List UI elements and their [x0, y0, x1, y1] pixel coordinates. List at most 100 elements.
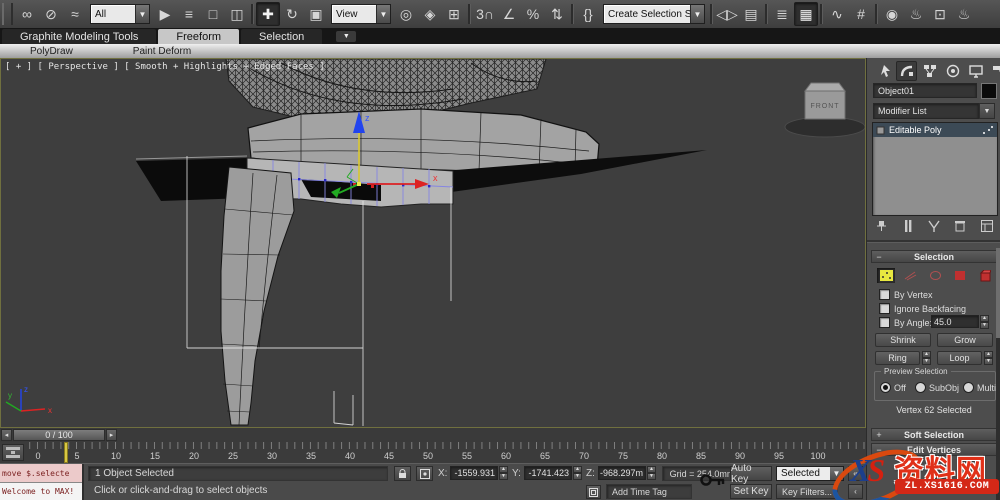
named-selection-sets-dropdown[interactable]: Create Selection Se ▼ — [603, 4, 705, 24]
viewcube[interactable]: FRONT — [784, 82, 866, 138]
maxscript-mini-listener[interactable]: move $.selecte Welcome to MAX! — [0, 464, 84, 500]
by-angle-spinner[interactable]: ▲ ▼ — [980, 315, 989, 329]
select-and-rotate-icon[interactable]: ↻ — [280, 2, 304, 26]
x-coord-field[interactable]: -1559.931 — [450, 466, 498, 480]
ignore-backfacing-checkbox[interactable]: Ignore Backfacing — [879, 303, 966, 314]
add-time-tag[interactable]: Add Time Tag — [606, 484, 692, 499]
make-unique-button[interactable] — [926, 218, 943, 233]
object-color-swatch[interactable] — [981, 83, 997, 99]
rendered-frame-window-icon[interactable]: ⊡ — [928, 2, 952, 26]
tab-selection[interactable]: Selection — [241, 29, 323, 44]
modifier-stack[interactable]: Editable Poly — [872, 122, 998, 216]
align-icon[interactable]: ▤ — [739, 2, 763, 26]
track-bar[interactable]: 0 5 10 15 20 25 30 35 40 45 50 55 60 65 70 75 80 85 90 95 10… — [0, 442, 866, 464]
schematic-view-icon[interactable]: # — [849, 2, 873, 26]
use-pivot-point-center-icon[interactable]: ◎ — [394, 2, 418, 26]
preview-multi-radio[interactable]: Multi — [963, 382, 996, 393]
edge-subobject-button[interactable] — [902, 268, 920, 283]
bind-to-space-warp-icon[interactable]: ≈ — [63, 2, 87, 26]
tab-graphite-modeling-tools[interactable]: Graphite Modeling Tools — [2, 29, 157, 44]
auto-key-button[interactable]: Auto Key — [730, 463, 772, 485]
panel-scrollbar-thumb[interactable] — [996, 248, 1000, 338]
utilities-panel-tab[interactable] — [988, 61, 1000, 81]
select-object-icon[interactable]: ▶ — [153, 2, 177, 26]
modify-panel-tab[interactable] — [896, 61, 917, 81]
preview-off-radio[interactable]: Off — [880, 382, 906, 393]
ribbon-panel-paint-deform[interactable]: Paint Deform — [103, 46, 221, 57]
element-subobject-button[interactable] — [975, 268, 993, 283]
modifier-list-dropdown[interactable]: Modifier List — [873, 103, 979, 119]
keyboard-override-icon[interactable]: ⊞ — [442, 2, 466, 26]
viewport-label[interactable]: [ + ] [ Perspective ] [ Smooth + Highlig… — [5, 62, 325, 72]
time-slider-track[interactable]: ◂ 0 / 100 ▸ — [0, 428, 866, 443]
ribbon-minimize-button[interactable]: ▼ — [336, 31, 357, 42]
polygon-subobject-button[interactable] — [951, 268, 969, 283]
selection-filter-dropdown[interactable]: All ▼ — [90, 4, 150, 24]
select-and-scale-icon[interactable]: ▣ — [304, 2, 328, 26]
graphite-ribbon-toggle-icon[interactable]: ▦ — [794, 2, 818, 26]
by-angle-checkbox[interactable]: By Angle: — [879, 317, 932, 328]
tab-freeform[interactable]: Freeform — [158, 29, 240, 44]
grow-button[interactable]: Grow — [937, 333, 993, 347]
layer-manager-icon[interactable]: ≣ — [770, 2, 794, 26]
mini-curve-editor-button[interactable] — [2, 444, 24, 461]
selection-rollout-header[interactable]: − Selection — [871, 250, 997, 263]
configure-modifier-sets-button[interactable] — [978, 218, 995, 233]
remove-modifier-button[interactable] — [952, 218, 969, 233]
select-and-manipulate-icon[interactable]: ◈ — [418, 2, 442, 26]
create-panel-tab[interactable] — [873, 61, 894, 81]
loop-spinner[interactable]: ▲ ▼ — [984, 351, 993, 365]
render-setup-icon[interactable]: ♨ — [904, 2, 928, 26]
preview-subobj-radio[interactable]: SubObj — [915, 382, 959, 393]
reference-coordinate-dropdown[interactable]: View ▼ — [331, 4, 391, 24]
x-coord-spinner[interactable]: ▲ ▼ — [499, 466, 508, 480]
perspective-viewport[interactable]: z x FRONT z x y — [0, 58, 866, 428]
z-coord-spinner[interactable]: ▲ ▼ — [647, 466, 656, 480]
snaps-toggle-3d-icon[interactable]: 3∩ — [473, 2, 497, 26]
time-slider-next-button[interactable]: ▸ — [106, 429, 117, 441]
time-slider-prev-button[interactable]: ◂ — [1, 429, 12, 441]
soft-selection-rollout-header[interactable]: + Soft Selection — [871, 428, 997, 441]
display-panel-tab[interactable] — [965, 61, 986, 81]
motion-panel-tab[interactable] — [942, 61, 963, 81]
border-subobject-button[interactable] — [926, 268, 944, 283]
by-vertex-checkbox[interactable]: By Vertex — [879, 289, 933, 300]
stack-item-editable-poly[interactable]: Editable Poly — [873, 123, 997, 137]
isolate-selection-toggle[interactable] — [586, 485, 601, 499]
by-angle-field[interactable]: 45.0 — [931, 315, 979, 328]
mirror-icon[interactable]: ◁▷ — [715, 2, 739, 26]
listener-macro-line[interactable]: move $.selecte — [0, 464, 82, 483]
set-key-button[interactable]: Set Key — [730, 484, 772, 499]
current-frame-caret[interactable] — [64, 442, 68, 463]
hierarchy-panel-tab[interactable] — [919, 61, 940, 81]
y-coord-spinner[interactable]: ▲ ▼ — [573, 466, 582, 480]
select-by-name-icon[interactable]: ≡ — [177, 2, 201, 26]
angle-snap-icon[interactable]: ∠ — [497, 2, 521, 26]
timeline-ruler[interactable]: 0 5 10 15 20 25 30 35 40 45 50 55 60 65 70 75 80 85 90 95 10… — [28, 442, 866, 463]
render-production-icon[interactable]: ♨ — [952, 2, 976, 26]
time-slider-handle[interactable]: 0 / 100 — [13, 429, 105, 441]
pin-stack-button[interactable] — [873, 218, 890, 233]
select-and-move-icon[interactable]: ✚ — [256, 2, 280, 26]
absolute-offset-mode-toggle[interactable] — [416, 466, 433, 481]
edit-named-selection-sets-icon[interactable]: {} — [576, 2, 600, 26]
ring-button[interactable]: Ring — [875, 351, 920, 365]
ring-spinner[interactable]: ▲ ▼ — [922, 351, 931, 365]
y-coord-field[interactable]: -1741.423 — [524, 466, 572, 480]
curve-editor-icon[interactable]: ∿ — [825, 2, 849, 26]
material-editor-icon[interactable]: ◉ — [880, 2, 904, 26]
select-and-link-icon[interactable]: ∞ — [15, 2, 39, 26]
modifier-list-arrow[interactable]: ▼ — [979, 103, 995, 119]
shrink-button[interactable]: Shrink — [875, 333, 931, 347]
rectangular-selection-region-icon[interactable]: □ — [201, 2, 225, 26]
show-end-result-button[interactable] — [899, 218, 916, 233]
unlink-selection-icon[interactable]: ⊘ — [39, 2, 63, 26]
object-name-field[interactable]: Object01 — [873, 83, 977, 98]
percent-snap-icon[interactable]: % — [521, 2, 545, 26]
loop-button[interactable]: Loop — [937, 351, 982, 365]
vertex-subobject-button[interactable] — [877, 268, 895, 283]
listener-welcome-line[interactable]: Welcome to MAX! — [0, 483, 82, 500]
selection-lock-toggle[interactable] — [394, 466, 411, 481]
spinner-snap-icon[interactable]: ⇅ — [545, 2, 569, 26]
window-crossing-icon[interactable]: ◫ — [225, 2, 249, 26]
